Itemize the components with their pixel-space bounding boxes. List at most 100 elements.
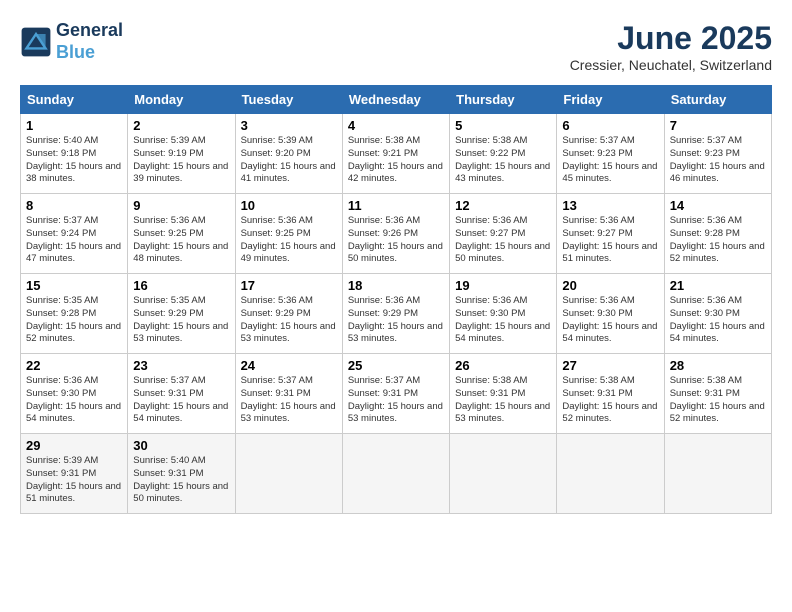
- day-number: 19: [455, 278, 551, 293]
- calendar-cell: 23 Sunrise: 5:37 AMSunset: 9:31 PMDayligh…: [128, 354, 235, 434]
- day-number: 3: [241, 118, 337, 133]
- day-number: 7: [670, 118, 766, 133]
- calendar-cell: [557, 434, 664, 514]
- calendar-cell: 7 Sunrise: 5:37 AMSunset: 9:23 PMDaylight…: [664, 114, 771, 194]
- col-header-monday: Monday: [128, 86, 235, 114]
- cell-info: Sunrise: 5:37 AMSunset: 9:23 PMDaylight:…: [562, 135, 658, 186]
- calendar-cell: 5 Sunrise: 5:38 AMSunset: 9:22 PMDaylight…: [450, 114, 557, 194]
- cell-info: Sunrise: 5:40 AMSunset: 9:31 PMDaylight:…: [133, 455, 229, 506]
- day-number: 26: [455, 358, 551, 373]
- cell-info: Sunrise: 5:40 AMSunset: 9:18 PMDaylight:…: [26, 135, 122, 186]
- cell-info: Sunrise: 5:36 AMSunset: 9:27 PMDaylight:…: [455, 215, 551, 266]
- day-number: 21: [670, 278, 766, 293]
- cell-info: Sunrise: 5:37 AMSunset: 9:24 PMDaylight:…: [26, 215, 122, 266]
- cell-info: Sunrise: 5:36 AMSunset: 9:30 PMDaylight:…: [670, 295, 766, 346]
- calendar-cell: 8 Sunrise: 5:37 AMSunset: 9:24 PMDaylight…: [21, 194, 128, 274]
- calendar-cell: 10 Sunrise: 5:36 AMSunset: 9:25 PMDayligh…: [235, 194, 342, 274]
- cell-info: Sunrise: 5:35 AMSunset: 9:28 PMDaylight:…: [26, 295, 122, 346]
- cell-info: Sunrise: 5:37 AMSunset: 9:31 PMDaylight:…: [241, 375, 337, 426]
- logo-line2: Blue: [56, 42, 123, 64]
- day-number: 16: [133, 278, 229, 293]
- cell-info: Sunrise: 5:36 AMSunset: 9:25 PMDaylight:…: [241, 215, 337, 266]
- cell-info: Sunrise: 5:36 AMSunset: 9:29 PMDaylight:…: [241, 295, 337, 346]
- day-number: 8: [26, 198, 122, 213]
- day-number: 27: [562, 358, 658, 373]
- day-number: 6: [562, 118, 658, 133]
- cell-info: Sunrise: 5:38 AMSunset: 9:31 PMDaylight:…: [670, 375, 766, 426]
- calendar-cell: 2 Sunrise: 5:39 AMSunset: 9:19 PMDaylight…: [128, 114, 235, 194]
- cell-info: Sunrise: 5:38 AMSunset: 9:21 PMDaylight:…: [348, 135, 444, 186]
- cell-info: Sunrise: 5:38 AMSunset: 9:31 PMDaylight:…: [562, 375, 658, 426]
- day-number: 30: [133, 438, 229, 453]
- calendar-cell: 26 Sunrise: 5:38 AMSunset: 9:31 PMDayligh…: [450, 354, 557, 434]
- day-number: 17: [241, 278, 337, 293]
- cell-info: Sunrise: 5:39 AMSunset: 9:19 PMDaylight:…: [133, 135, 229, 186]
- calendar-week-row: 15 Sunrise: 5:35 AMSunset: 9:28 PMDayligh…: [21, 274, 772, 354]
- cell-info: Sunrise: 5:37 AMSunset: 9:23 PMDaylight:…: [670, 135, 766, 186]
- calendar-cell: 18 Sunrise: 5:36 AMSunset: 9:29 PMDayligh…: [342, 274, 449, 354]
- calendar-week-row: 8 Sunrise: 5:37 AMSunset: 9:24 PMDaylight…: [21, 194, 772, 274]
- calendar-cell: 11 Sunrise: 5:36 AMSunset: 9:26 PMDayligh…: [342, 194, 449, 274]
- col-header-thursday: Thursday: [450, 86, 557, 114]
- calendar-cell: 17 Sunrise: 5:36 AMSunset: 9:29 PMDayligh…: [235, 274, 342, 354]
- calendar-cell: 6 Sunrise: 5:37 AMSunset: 9:23 PMDaylight…: [557, 114, 664, 194]
- cell-info: Sunrise: 5:36 AMSunset: 9:28 PMDaylight:…: [670, 215, 766, 266]
- day-number: 9: [133, 198, 229, 213]
- month-title: June 2025: [570, 20, 772, 57]
- cell-info: Sunrise: 5:35 AMSunset: 9:29 PMDaylight:…: [133, 295, 229, 346]
- calendar-cell: 20 Sunrise: 5:36 AMSunset: 9:30 PMDayligh…: [557, 274, 664, 354]
- calendar-cell: [450, 434, 557, 514]
- calendar-week-row: 22 Sunrise: 5:36 AMSunset: 9:30 PMDayligh…: [21, 354, 772, 434]
- cell-info: Sunrise: 5:36 AMSunset: 9:26 PMDaylight:…: [348, 215, 444, 266]
- cell-info: Sunrise: 5:37 AMSunset: 9:31 PMDaylight:…: [133, 375, 229, 426]
- calendar-cell: 14 Sunrise: 5:36 AMSunset: 9:28 PMDayligh…: [664, 194, 771, 274]
- day-number: 15: [26, 278, 122, 293]
- cell-info: Sunrise: 5:36 AMSunset: 9:27 PMDaylight:…: [562, 215, 658, 266]
- calendar-cell: 19 Sunrise: 5:36 AMSunset: 9:30 PMDayligh…: [450, 274, 557, 354]
- calendar-cell: 4 Sunrise: 5:38 AMSunset: 9:21 PMDaylight…: [342, 114, 449, 194]
- calendar-cell: 24 Sunrise: 5:37 AMSunset: 9:31 PMDayligh…: [235, 354, 342, 434]
- cell-info: Sunrise: 5:36 AMSunset: 9:29 PMDaylight:…: [348, 295, 444, 346]
- logo-text: General Blue: [56, 20, 123, 63]
- day-number: 4: [348, 118, 444, 133]
- cell-info: Sunrise: 5:36 AMSunset: 9:30 PMDaylight:…: [562, 295, 658, 346]
- col-header-tuesday: Tuesday: [235, 86, 342, 114]
- logo-icon: [20, 26, 52, 58]
- calendar-cell: 21 Sunrise: 5:36 AMSunset: 9:30 PMDayligh…: [664, 274, 771, 354]
- calendar-week-row: 1Sunrise: 5:40 AMSunset: 9:18 PMDaylight…: [21, 114, 772, 194]
- calendar-cell: 22 Sunrise: 5:36 AMSunset: 9:30 PMDayligh…: [21, 354, 128, 434]
- cell-info: Sunrise: 5:37 AMSunset: 9:31 PMDaylight:…: [348, 375, 444, 426]
- calendar-cell: 29Sunrise: 5:39 AMSunset: 9:31 PMDayligh…: [21, 434, 128, 514]
- logo-line1: General: [56, 20, 123, 42]
- cell-info: Sunrise: 5:39 AMSunset: 9:20 PMDaylight:…: [241, 135, 337, 186]
- calendar-cell: 27 Sunrise: 5:38 AMSunset: 9:31 PMDayligh…: [557, 354, 664, 434]
- col-header-sunday: Sunday: [21, 86, 128, 114]
- cell-info: Sunrise: 5:38 AMSunset: 9:22 PMDaylight:…: [455, 135, 551, 186]
- calendar-cell: 1Sunrise: 5:40 AMSunset: 9:18 PMDaylight…: [21, 114, 128, 194]
- calendar-cell: 25Sunrise: 5:37 AMSunset: 9:31 PMDayligh…: [342, 354, 449, 434]
- calendar-cell: 9Sunrise: 5:36 AMSunset: 9:25 PMDaylight…: [128, 194, 235, 274]
- day-number: 2: [133, 118, 229, 133]
- calendar-cell: 12Sunrise: 5:36 AMSunset: 9:27 PMDayligh…: [450, 194, 557, 274]
- calendar-cell: 16 Sunrise: 5:35 AMSunset: 9:29 PMDayligh…: [128, 274, 235, 354]
- title-block: June 2025 Cressier, Neuchatel, Switzerla…: [570, 20, 772, 73]
- day-number: 14: [670, 198, 766, 213]
- calendar-week-row: 29Sunrise: 5:39 AMSunset: 9:31 PMDayligh…: [21, 434, 772, 514]
- calendar-cell: 28 Sunrise: 5:38 AMSunset: 9:31 PMDayligh…: [664, 354, 771, 434]
- calendar-cell: 13 Sunrise: 5:36 AMSunset: 9:27 PMDayligh…: [557, 194, 664, 274]
- day-number: 28: [670, 358, 766, 373]
- day-number: 13: [562, 198, 658, 213]
- day-number: 18: [348, 278, 444, 293]
- day-number: 24: [241, 358, 337, 373]
- calendar-cell: 15 Sunrise: 5:35 AMSunset: 9:28 PMDayligh…: [21, 274, 128, 354]
- cell-info: Sunrise: 5:36 AMSunset: 9:30 PMDaylight:…: [455, 295, 551, 346]
- day-number: 5: [455, 118, 551, 133]
- day-number: 20: [562, 278, 658, 293]
- day-number: 11: [348, 198, 444, 213]
- day-number: 10: [241, 198, 337, 213]
- day-number: 22: [26, 358, 122, 373]
- day-number: 23: [133, 358, 229, 373]
- cell-info: Sunrise: 5:38 AMSunset: 9:31 PMDaylight:…: [455, 375, 551, 426]
- cell-info: Sunrise: 5:36 AMSunset: 9:30 PMDaylight:…: [26, 375, 122, 426]
- calendar-cell: [342, 434, 449, 514]
